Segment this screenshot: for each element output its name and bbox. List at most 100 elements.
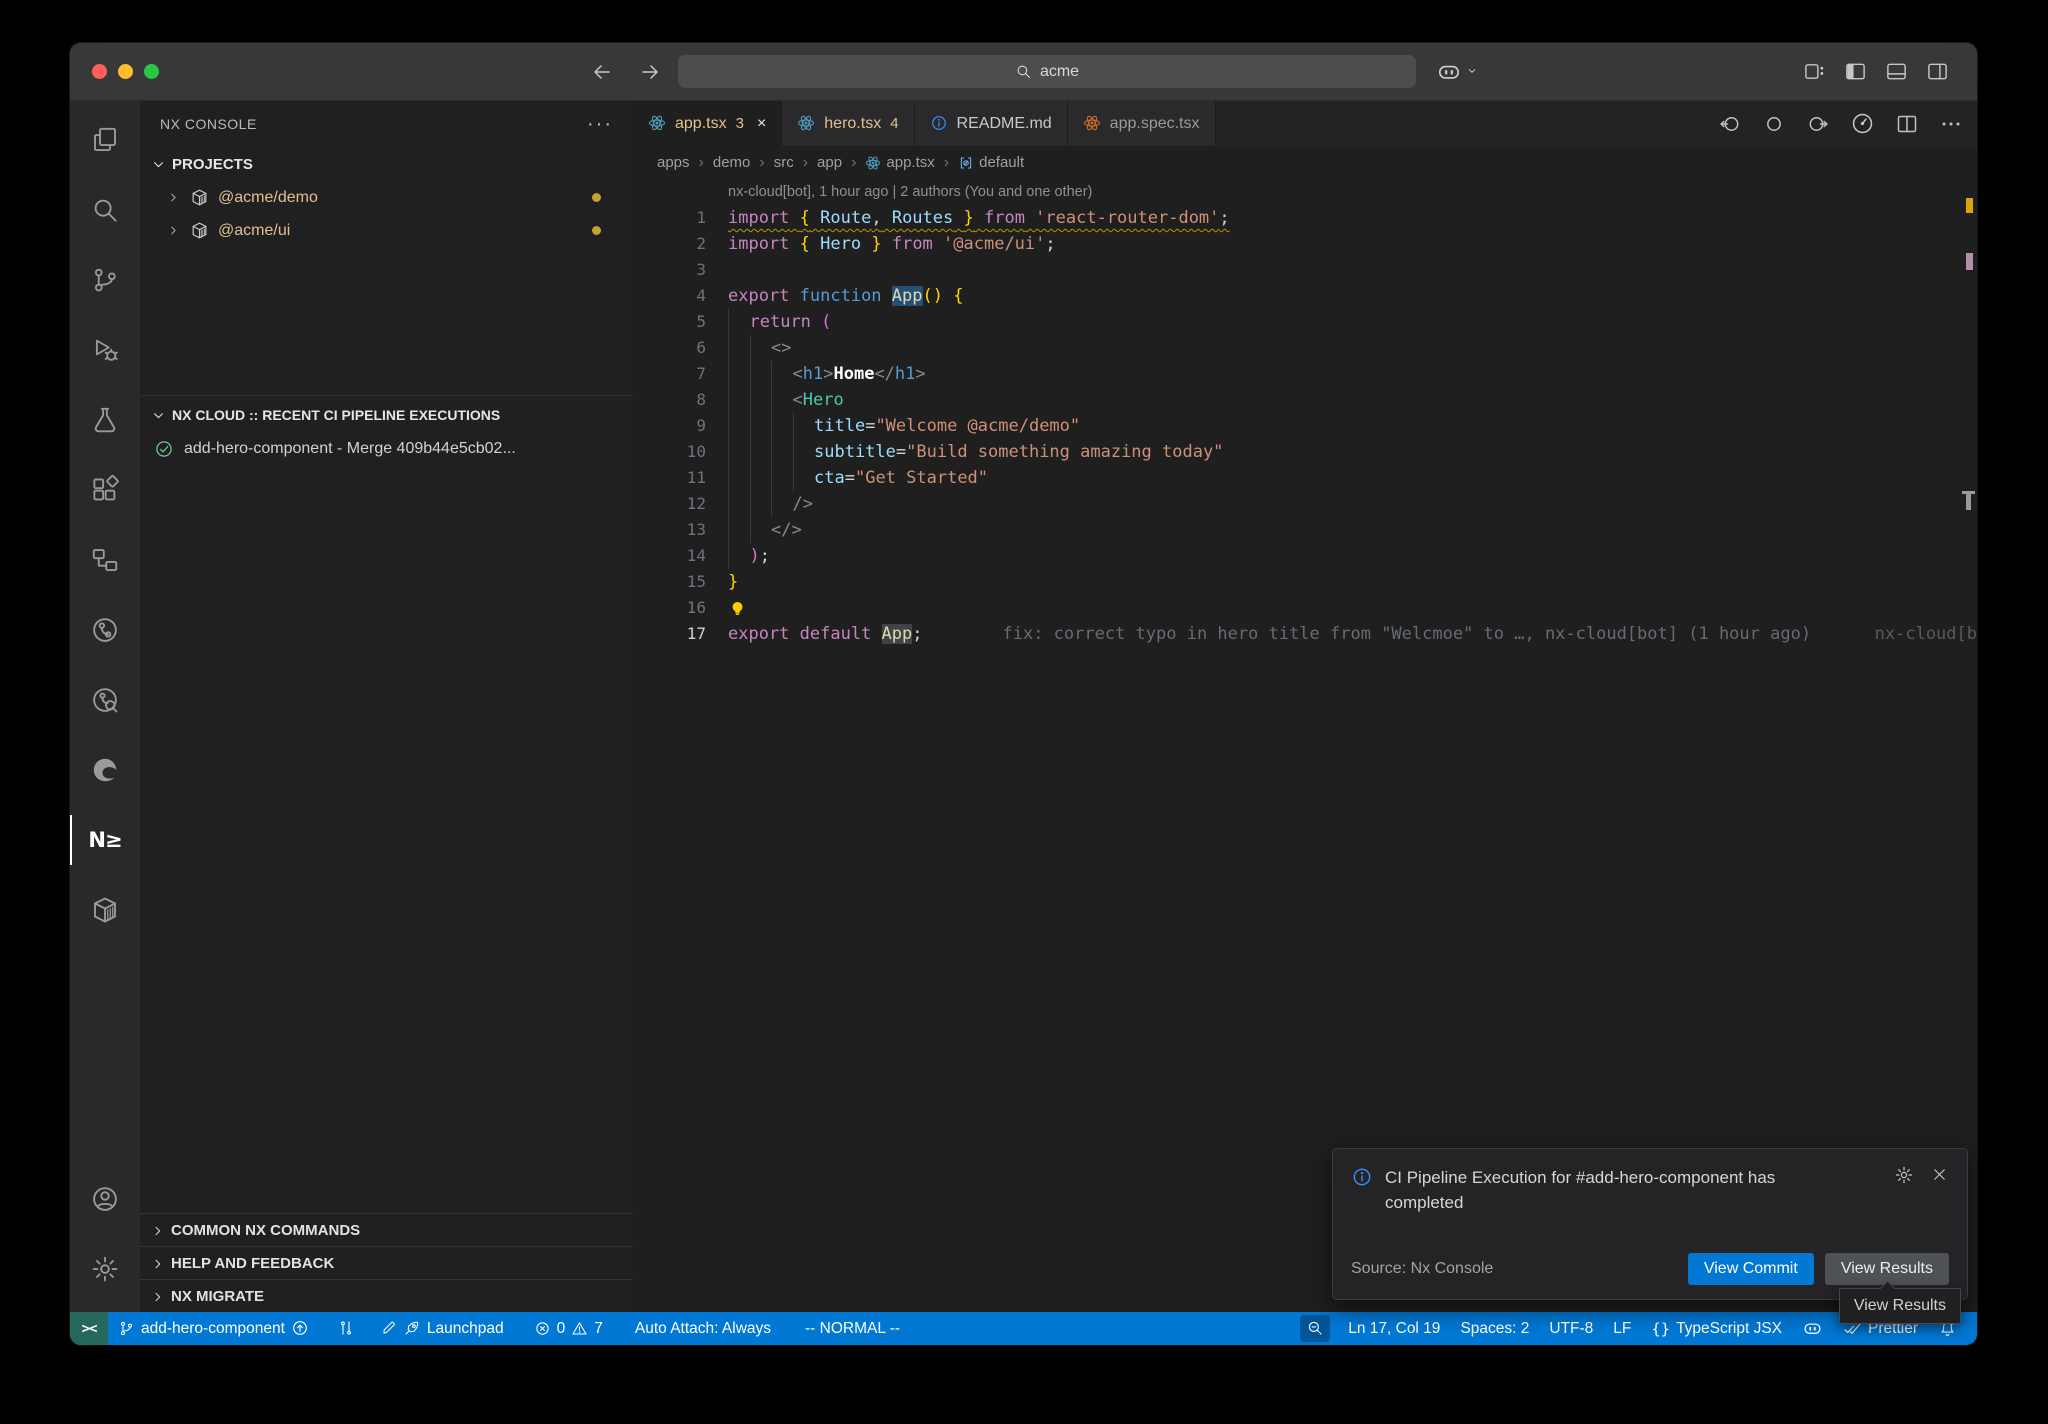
chevron-right-icon [150, 1221, 166, 1238]
code-line-15: 15} [633, 569, 1977, 595]
copilot-status-item[interactable] [1792, 1312, 1833, 1345]
indent-guide [771, 465, 793, 491]
code-line-4: 4export function App() { [633, 283, 1977, 309]
vim-mode-item[interactable]: -- NORMAL -- [795, 1312, 910, 1345]
tab-app.spec.tsx[interactable]: app.spec.tsx [1068, 101, 1216, 146]
navigate-position-icon[interactable] [1762, 112, 1786, 136]
chevron-right-icon [166, 222, 181, 240]
launchpad-item[interactable]: Launchpad [371, 1312, 514, 1345]
activity-bar-extensions-icon[interactable] [70, 455, 140, 525]
sidebar-section-nx-migrate[interactable]: NX MIGRATE [140, 1279, 633, 1312]
pipeline-label: add-hero-component - Merge 409b44e5cb02.… [184, 440, 516, 458]
notification-close-icon[interactable] [1930, 1165, 1949, 1185]
command-center-search[interactable]: acme [678, 55, 1416, 88]
zoom-window-button[interactable] [144, 64, 159, 79]
project-item[interactable]: @acme/demo [140, 181, 633, 214]
language-mode-item[interactable]: {} TypeScript JSX [1641, 1312, 1792, 1345]
navigate-back-icon[interactable] [1718, 112, 1742, 136]
navigate-forward-icon[interactable] [1806, 112, 1830, 136]
activity-bar-project-graph-icon[interactable] [70, 525, 140, 595]
activity-bar-gitlens-icon[interactable] [70, 595, 140, 665]
indent-guide [728, 309, 750, 335]
zoom-out-icon [1306, 1319, 1324, 1337]
minimize-window-button[interactable] [118, 64, 133, 79]
cursor-position-item[interactable]: Ln 17, Col 19 [1338, 1312, 1450, 1345]
tab-label: README.md [957, 115, 1052, 133]
activity-bar-edge-tools-icon[interactable] [70, 735, 140, 805]
chevron-down-icon [1464, 63, 1480, 81]
line-number: 10 [633, 439, 728, 465]
breadcrumb-item-src[interactable]: src [774, 154, 794, 171]
tab-app.tsx[interactable]: app.tsx3× [633, 101, 782, 146]
source-control-icon [90, 265, 120, 295]
activity-bar-settings-gear-icon[interactable] [70, 1234, 140, 1304]
history-back-icon[interactable] [590, 60, 614, 84]
timeline-icon[interactable] [1850, 111, 1875, 136]
sidebar-section-common-nx-commands[interactable]: COMMON NX COMMANDS [140, 1213, 633, 1246]
auto-attach-item[interactable]: Auto Attach: Always [625, 1312, 781, 1345]
line-number: 6 [633, 335, 728, 361]
git-branch-icon [118, 1320, 135, 1338]
title-bar: acme [70, 43, 1977, 101]
projects-section-header[interactable]: PROJECTS [140, 147, 633, 181]
history-forward-icon[interactable] [638, 60, 662, 84]
indent-guide [728, 387, 750, 413]
activity-bar-search-icon[interactable] [70, 175, 140, 245]
view-commit-button[interactable]: View Commit [1688, 1253, 1814, 1285]
copilot-icon [1802, 1318, 1823, 1339]
zoom-out-item[interactable] [1300, 1315, 1330, 1342]
more-actions-icon[interactable] [1939, 112, 1963, 136]
toggle-panel-icon[interactable] [1885, 60, 1908, 83]
pipeline-execution-item[interactable]: add-hero-component - Merge 409b44e5cb02.… [140, 432, 633, 466]
run-debug-icon [90, 335, 120, 365]
gitlens-inspect-icon [90, 685, 120, 715]
customize-layout-icon[interactable] [1803, 60, 1826, 83]
code-editor[interactable]: nx-cloud[bot], 1 hour ago | 2 authors (Y… [633, 179, 1977, 1312]
activity-bar-source-control-icon[interactable] [70, 245, 140, 315]
code-line-7: 7<h1>Home</h1> [633, 361, 1977, 387]
encoding-item[interactable]: UTF-8 [1539, 1312, 1603, 1345]
line-number: 15 [633, 569, 728, 595]
code-line-13: 13</> [633, 517, 1977, 543]
sidebar-section-help-and-feedback[interactable]: HELP AND FEEDBACK [140, 1246, 633, 1279]
breadcrumb-item-apps[interactable]: apps [657, 154, 690, 171]
activity-bar-run-debug-icon[interactable] [70, 315, 140, 385]
nx-cloud-section-header[interactable]: NX CLOUD :: RECENT CI PIPELINE EXECUTION… [140, 398, 633, 432]
breadcrumb-item-default[interactable]: default [958, 154, 1024, 171]
notification-settings-gear-icon[interactable] [1894, 1165, 1914, 1185]
tab-hero.tsx[interactable]: hero.tsx4 [782, 101, 914, 146]
indent-guide [728, 465, 750, 491]
eol-item[interactable]: LF [1603, 1312, 1641, 1345]
activity-bar-explorer-icon[interactable] [70, 105, 140, 175]
tab-README.md[interactable]: README.md [915, 101, 1068, 146]
indent-guide [771, 361, 793, 387]
search-value: acme [1040, 63, 1079, 81]
problems-item[interactable]: 0 7 [524, 1312, 613, 1345]
sidebar-more-actions-icon[interactable]: ··· [587, 119, 613, 129]
activity-bar-nx-console-icon[interactable]: N≥ [70, 805, 140, 875]
project-item[interactable]: @acme/ui [140, 214, 633, 247]
copilot-menu[interactable] [1436, 43, 1480, 100]
commit-graph-item[interactable] [327, 1312, 365, 1345]
activity-bar-account-icon[interactable] [70, 1164, 140, 1234]
indentation-item[interactable]: Spaces: 2 [1450, 1312, 1539, 1345]
line-number: 14 [633, 543, 728, 569]
search-icon [1015, 63, 1032, 81]
split-editor-icon[interactable] [1895, 112, 1919, 136]
search-icon [90, 195, 120, 225]
git-branch-item[interactable]: add-hero-component [108, 1312, 319, 1345]
toggle-primary-sidebar-icon[interactable] [1844, 60, 1867, 83]
activity-bar-testing-icon[interactable] [70, 385, 140, 455]
breadcrumb-item-app[interactable]: app [817, 154, 842, 171]
info-icon [930, 114, 948, 132]
remote-indicator[interactable]: >< [70, 1312, 108, 1345]
close-window-button[interactable] [92, 64, 107, 79]
inline-blame: fix: correct typo in hero title from "We… [1003, 624, 1812, 644]
breadcrumb-item-demo[interactable]: demo [713, 154, 751, 171]
close-tab-icon[interactable]: × [757, 115, 766, 133]
activity-bar-package-icon[interactable] [70, 875, 140, 945]
activity-bar-gitlens-inspect-icon[interactable] [70, 665, 140, 735]
breadcrumb-item-app.tsx[interactable]: app.tsx [865, 154, 934, 171]
toggle-secondary-sidebar-icon[interactable] [1926, 60, 1949, 83]
package-icon [190, 221, 209, 240]
